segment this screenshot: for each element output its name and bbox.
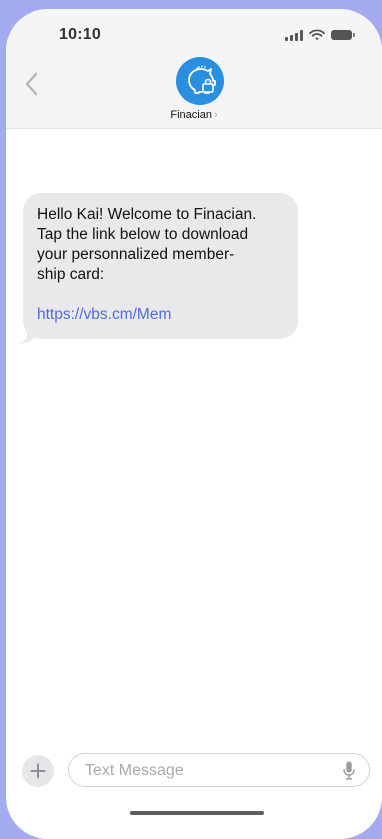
message-field[interactable] bbox=[68, 753, 370, 787]
message-input[interactable] bbox=[83, 760, 327, 782]
microphone-icon[interactable] bbox=[343, 761, 355, 780]
home-indicator bbox=[130, 811, 264, 815]
status-time: 10:10 bbox=[59, 26, 101, 43]
status-icons bbox=[285, 29, 355, 41]
chevron-right-icon: › bbox=[213, 109, 218, 121]
message-link[interactable]: https://vbs.cm/Mem bbox=[37, 305, 284, 325]
contact-avatar[interactable] bbox=[176, 57, 224, 105]
contact-name-label: Finacian bbox=[170, 109, 212, 121]
message-composer bbox=[6, 749, 382, 793]
piggy-bank-lock-icon bbox=[188, 65, 216, 94]
plus-icon bbox=[30, 763, 46, 779]
message-text: Hello Kai! Welcome to Finacian. Tap the … bbox=[37, 206, 257, 283]
phone-screen: 10:10 Finacian › Hello Kai! Welcome to F… bbox=[6, 9, 382, 839]
signal-icon bbox=[285, 29, 303, 41]
wifi-icon bbox=[309, 29, 325, 41]
plus-button[interactable] bbox=[22, 755, 54, 787]
battery-icon bbox=[331, 30, 355, 40]
contact-name[interactable]: Finacian › bbox=[6, 109, 382, 121]
conversation-header: 10:10 Finacian › bbox=[6, 9, 382, 129]
message-bubble: Hello Kai! Welcome to Finacian. Tap the … bbox=[23, 193, 298, 339]
chevron-left-icon[interactable] bbox=[22, 71, 42, 97]
